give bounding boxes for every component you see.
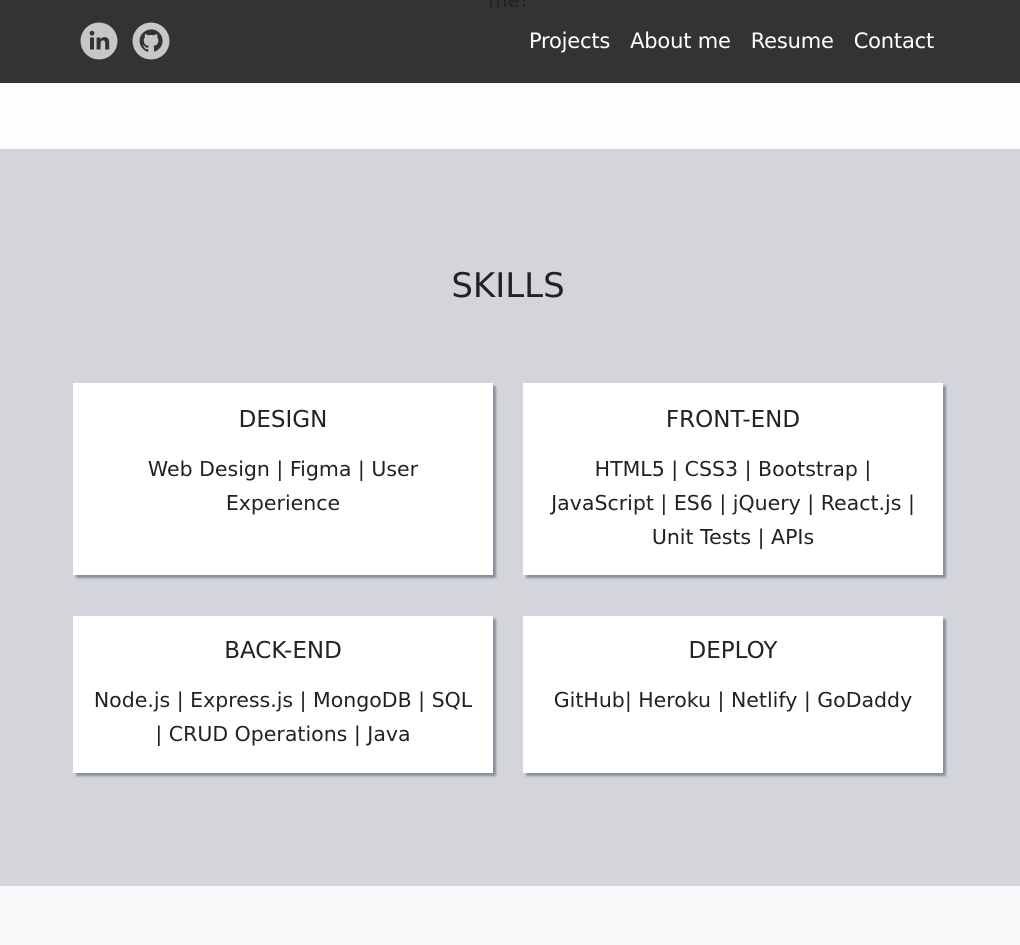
- nav-link-projects[interactable]: Projects: [529, 26, 610, 56]
- skill-card-heading: DESIGN: [238, 407, 328, 433]
- navbar: Projects About me Resume Contact: [0, 0, 1020, 83]
- skill-card-back-end: BACK-END Node.js | Express.js | MongoDB …: [73, 616, 493, 773]
- linkedin-link[interactable]: [80, 22, 118, 60]
- skill-card-deploy: DEPLOY GitHub| Heroku | Netlify | GoDadd…: [523, 616, 943, 773]
- skill-card-design: DESIGN Web Design | Figma | User Experie…: [73, 383, 493, 575]
- skill-card-text: HTML5 | CSS3 | Bootstrap | JavaScript | …: [551, 457, 915, 549]
- section-spacer: [0, 83, 1020, 149]
- social-links: [80, 22, 170, 60]
- github-icon: [132, 22, 170, 60]
- nav-link-resume[interactable]: Resume: [751, 26, 834, 56]
- skill-card-front-end: FRONT-END HTML5 | CSS3 | Bootstrap | Jav…: [523, 383, 943, 575]
- nav-link-about-me[interactable]: About me: [630, 26, 731, 56]
- skill-card-heading: FRONT-END: [665, 407, 801, 433]
- linkedin-icon: [80, 22, 118, 60]
- skill-card-text: GitHub| Heroku | Netlify | GoDaddy: [553, 688, 913, 712]
- skill-card-heading: BACK-END: [224, 638, 342, 664]
- next-section: [0, 886, 1020, 945]
- nav-links: Projects About me Resume Contact: [529, 26, 934, 56]
- skill-card-text: Web Design | Figma | User Experience: [147, 457, 419, 515]
- skills-title: SKILLS: [451, 266, 565, 306]
- clipped-hero-text: me!: [488, 0, 528, 12]
- skill-card-text: Node.js | Express.js | MongoDB | SQL | C…: [93, 688, 473, 746]
- github-link[interactable]: [132, 22, 170, 60]
- skill-card-heading: DEPLOY: [688, 638, 778, 664]
- nav-link-contact[interactable]: Contact: [854, 26, 935, 56]
